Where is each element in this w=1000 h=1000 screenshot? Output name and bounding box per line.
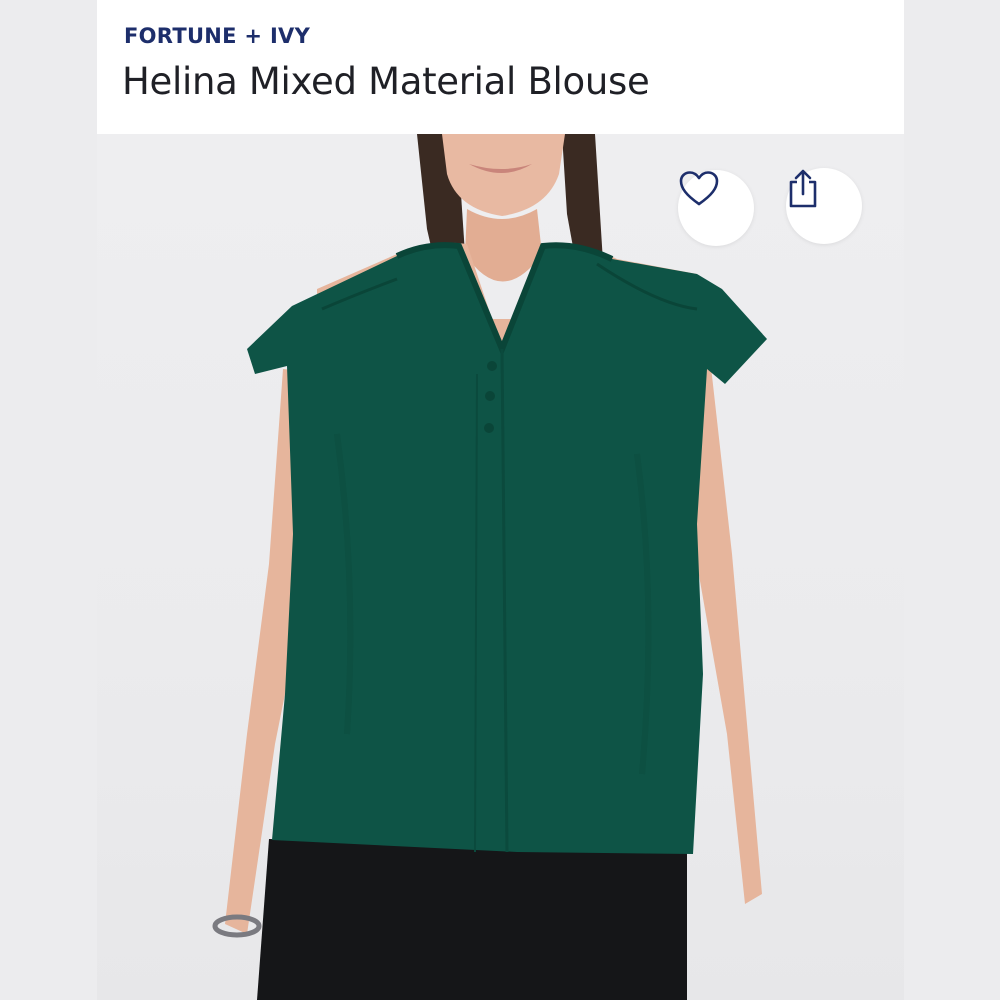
model-photo [212,134,767,1000]
product-image[interactable] [97,134,904,1000]
button-1 [487,361,497,371]
product-title: Helina Mixed Material Blouse [122,60,650,103]
share-button[interactable] [786,168,862,244]
right-margin [904,0,1000,1000]
button-3 [484,423,494,433]
left-margin [0,0,97,1000]
favorite-button[interactable] [678,170,754,246]
pants [257,839,687,1000]
product-card: FORTUNE + IVY Helina Mixed Material Blou… [97,0,904,1000]
button-2 [485,391,495,401]
product-header: FORTUNE + IVY Helina Mixed Material Blou… [97,0,904,134]
brand-name[interactable]: FORTUNE + IVY [124,24,310,48]
